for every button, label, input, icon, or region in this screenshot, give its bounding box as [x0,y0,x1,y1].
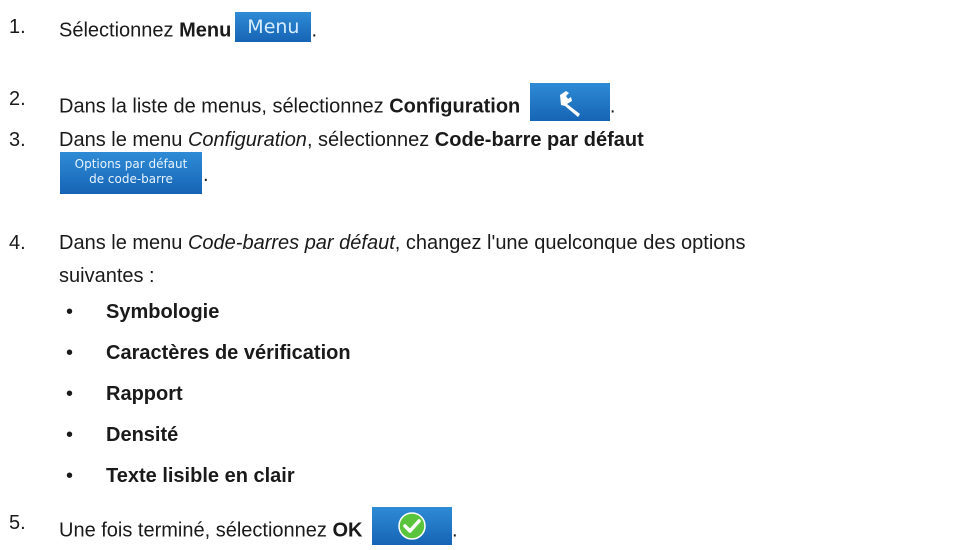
step-4-continuation: suivantes : [59,265,155,287]
step-text-italic: Configuration [187,129,307,151]
button-label-line1: Options par défaut [74,157,188,171]
step-number: 3. [9,129,26,151]
step-number: 2. [9,88,26,110]
step-text-plain: , sélectionnez [306,129,435,151]
step-text-end: . [609,95,616,118]
bullet: • [66,383,74,405]
step-text: Une fois terminé, sélectionnez OK . [59,507,458,550]
step-text-italic: Code-barres par défaut [187,232,395,254]
step-text-plain: Dans la liste de menus, sélectionnez [59,95,390,118]
step-number: 4. [9,232,26,254]
option-symbologie: Symbologie [106,301,220,323]
step-text: Dans le menu Configuration, sélectionnez… [59,129,644,152]
checkmark-icon [398,512,426,540]
configuration-button[interactable] [529,83,610,121]
step-text-plain: Dans le menu [59,232,188,254]
bullet: • [66,342,74,364]
option-human-readable-text: Texte lisible en clair [106,465,295,487]
ok-button[interactable] [372,507,453,545]
step-3-period: . [203,164,209,186]
step-text-plain: , changez l'une quelconque des options [394,232,746,254]
step-text-plain: Sélectionnez [59,19,180,42]
step-text-plain: Une fois terminé, sélectionnez [59,519,333,542]
menu-button[interactable]: Menu [235,12,312,42]
option-ratio: Rapport [106,383,183,405]
button-label-line2: de code-barre [89,172,173,186]
step-text: Sélectionnez Menu Menu. [59,12,318,46]
step-number: 5. [9,512,26,534]
step-text-plain: Dans le menu [59,129,188,151]
step-text: Dans la liste de menus, sélectionnez Con… [59,83,616,126]
option-density: Densité [106,424,179,446]
wrench-icon [559,91,580,117]
step-text-bold: Menu [179,19,232,42]
bullet: • [66,424,74,446]
option-check-characters: Caractères de vérification [106,342,351,364]
bullet: • [66,301,74,323]
step-text-end: . [311,19,318,42]
barcode-defaults-button[interactable]: Options par défaut de code-barre [60,152,202,194]
step-text: Dans le menu Code-barres par défaut, cha… [59,232,746,255]
step-text-bold: OK [332,519,363,542]
step-number: 1. [9,16,26,38]
step-text-end: . [452,519,458,542]
step-text-bold: Configuration [389,95,521,118]
bullet: • [66,465,74,487]
step-text-bold: Code-barre par défaut [434,129,644,151]
